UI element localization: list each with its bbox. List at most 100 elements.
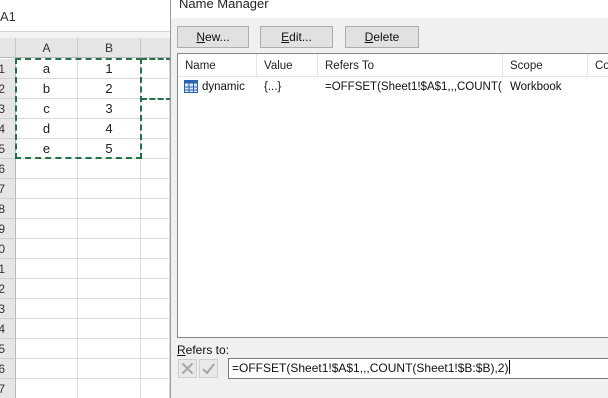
row-header-11[interactable]: 11 — [0, 259, 16, 279]
empty-cell[interactable] — [78, 159, 141, 179]
row-header-17[interactable]: 17 — [0, 379, 16, 398]
empty-cell[interactable] — [16, 259, 78, 279]
refers-to-mnemonic: R — [177, 343, 186, 357]
new-button[interactable]: New... — [177, 26, 249, 48]
empty-cell[interactable] — [141, 99, 170, 119]
empty-cell[interactable] — [141, 359, 170, 379]
row-header-15[interactable]: 15 — [0, 339, 16, 359]
empty-cell[interactable] — [16, 339, 78, 359]
item-value: {...} — [264, 81, 282, 93]
column-header-a[interactable]: A — [16, 38, 78, 58]
name-box[interactable]: A1 — [0, 0, 170, 32]
empty-cell[interactable] — [16, 359, 78, 379]
empty-cell[interactable] — [16, 199, 78, 219]
empty-cell[interactable] — [78, 239, 141, 259]
empty-cell[interactable] — [141, 319, 170, 339]
row-number: 11 — [0, 259, 5, 278]
empty-cell[interactable] — [141, 259, 170, 279]
empty-cell[interactable] — [141, 279, 170, 299]
range-marquee-partial — [141, 58, 170, 100]
names-list[interactable]: Name Value Refers To Scope Co dynamic {.… — [177, 53, 608, 338]
empty-cell[interactable] — [78, 319, 141, 339]
cancel-x-glyph — [181, 362, 194, 375]
empty-cell[interactable] — [16, 319, 78, 339]
delete-button-mnemonic: D — [364, 30, 374, 44]
empty-cell[interactable] — [78, 339, 141, 359]
row-number: 2 — [0, 79, 5, 98]
row-number: 1 — [0, 59, 5, 78]
row-header-8[interactable]: 8 — [0, 199, 16, 219]
empty-cell[interactable] — [141, 239, 170, 259]
empty-cell[interactable] — [78, 199, 141, 219]
column-scope[interactable]: Scope — [503, 54, 588, 77]
row-number: 17 — [0, 379, 5, 398]
empty-cell[interactable] — [16, 379, 78, 398]
column-comment[interactable]: Co — [588, 54, 608, 77]
empty-cell[interactable] — [141, 199, 170, 219]
empty-cell[interactable] — [141, 299, 170, 319]
row-number: 9 — [0, 219, 5, 238]
empty-cell[interactable] — [78, 219, 141, 239]
empty-cell[interactable] — [78, 179, 141, 199]
row-header-4[interactable]: 4 — [0, 119, 16, 139]
select-all-corner[interactable] — [0, 38, 16, 58]
column-name[interactable]: Name — [178, 54, 257, 77]
refers-to-label: Refers to: — [177, 343, 229, 357]
empty-cell[interactable] — [16, 299, 78, 319]
row-header-5[interactable]: 5 — [0, 139, 16, 159]
range-marquee — [15, 58, 142, 159]
edit-button-mnemonic: E — [281, 30, 290, 44]
row-header-3[interactable]: 3 — [0, 99, 16, 119]
list-item[interactable]: dynamic {...} =OFFSET(Sheet1!$A$1,,,COUN… — [178, 78, 608, 97]
name-manager-dialog: Name Manager New... Edit... Delete Name … — [170, 0, 608, 398]
refers-to-input[interactable]: =OFFSET(Sheet1!$A$1,,,COUNT(Sheet1!$B:$B… — [228, 358, 608, 379]
row-number: 10 — [0, 239, 5, 258]
empty-cell[interactable] — [16, 179, 78, 199]
empty-cell[interactable] — [78, 279, 141, 299]
row-number: 7 — [0, 179, 5, 198]
column-header-c[interactable] — [141, 38, 170, 58]
column-header-b[interactable]: B — [78, 38, 141, 58]
row-number: 15 — [0, 339, 5, 358]
edit-button[interactable]: Edit... — [260, 26, 333, 48]
empty-cell[interactable] — [16, 159, 78, 179]
empty-cell[interactable] — [141, 119, 170, 139]
delete-button-label: elete — [373, 30, 400, 44]
empty-cell[interactable] — [78, 259, 141, 279]
empty-cell[interactable] — [16, 279, 78, 299]
empty-cell[interactable] — [16, 219, 78, 239]
new-button-mnemonic: N — [196, 30, 205, 44]
empty-cell[interactable] — [16, 239, 78, 259]
empty-cell[interactable] — [141, 379, 170, 398]
row-number: 8 — [0, 199, 5, 218]
empty-cell[interactable] — [141, 219, 170, 239]
row-header-9[interactable]: 9 — [0, 219, 16, 239]
row-header-12[interactable]: 12 — [0, 279, 16, 299]
cancel-x-icon[interactable] — [178, 359, 197, 378]
row-header-13[interactable]: 13 — [0, 299, 16, 319]
row-header-7[interactable]: 7 — [0, 179, 16, 199]
row-header-6[interactable]: 6 — [0, 159, 16, 179]
empty-cell[interactable] — [141, 139, 170, 159]
row-header-14[interactable]: 14 — [0, 319, 16, 339]
row-header-10[interactable]: 10 — [0, 239, 16, 259]
empty-cell[interactable] — [141, 339, 170, 359]
confirm-check-icon[interactable] — [199, 359, 218, 378]
column-value[interactable]: Value — [257, 54, 318, 77]
delete-button[interactable]: Delete — [345, 26, 419, 48]
item-name: dynamic — [202, 81, 245, 93]
row-header-1[interactable]: 1 — [0, 59, 16, 79]
dialog-title-bar[interactable]: Name Manager — [171, 0, 608, 18]
new-button-label: ew... — [204, 30, 230, 44]
empty-cell[interactable] — [141, 179, 170, 199]
row-number: 5 — [0, 139, 5, 158]
empty-cell[interactable] — [141, 159, 170, 179]
row-number: 16 — [0, 359, 5, 378]
row-header-2[interactable]: 2 — [0, 79, 16, 99]
empty-cell[interactable] — [78, 359, 141, 379]
empty-cell[interactable] — [78, 379, 141, 398]
empty-cell[interactable] — [78, 299, 141, 319]
column-refers-to[interactable]: Refers To — [318, 54, 503, 77]
row-header-16[interactable]: 16 — [0, 359, 16, 379]
row-number: 14 — [0, 319, 5, 338]
